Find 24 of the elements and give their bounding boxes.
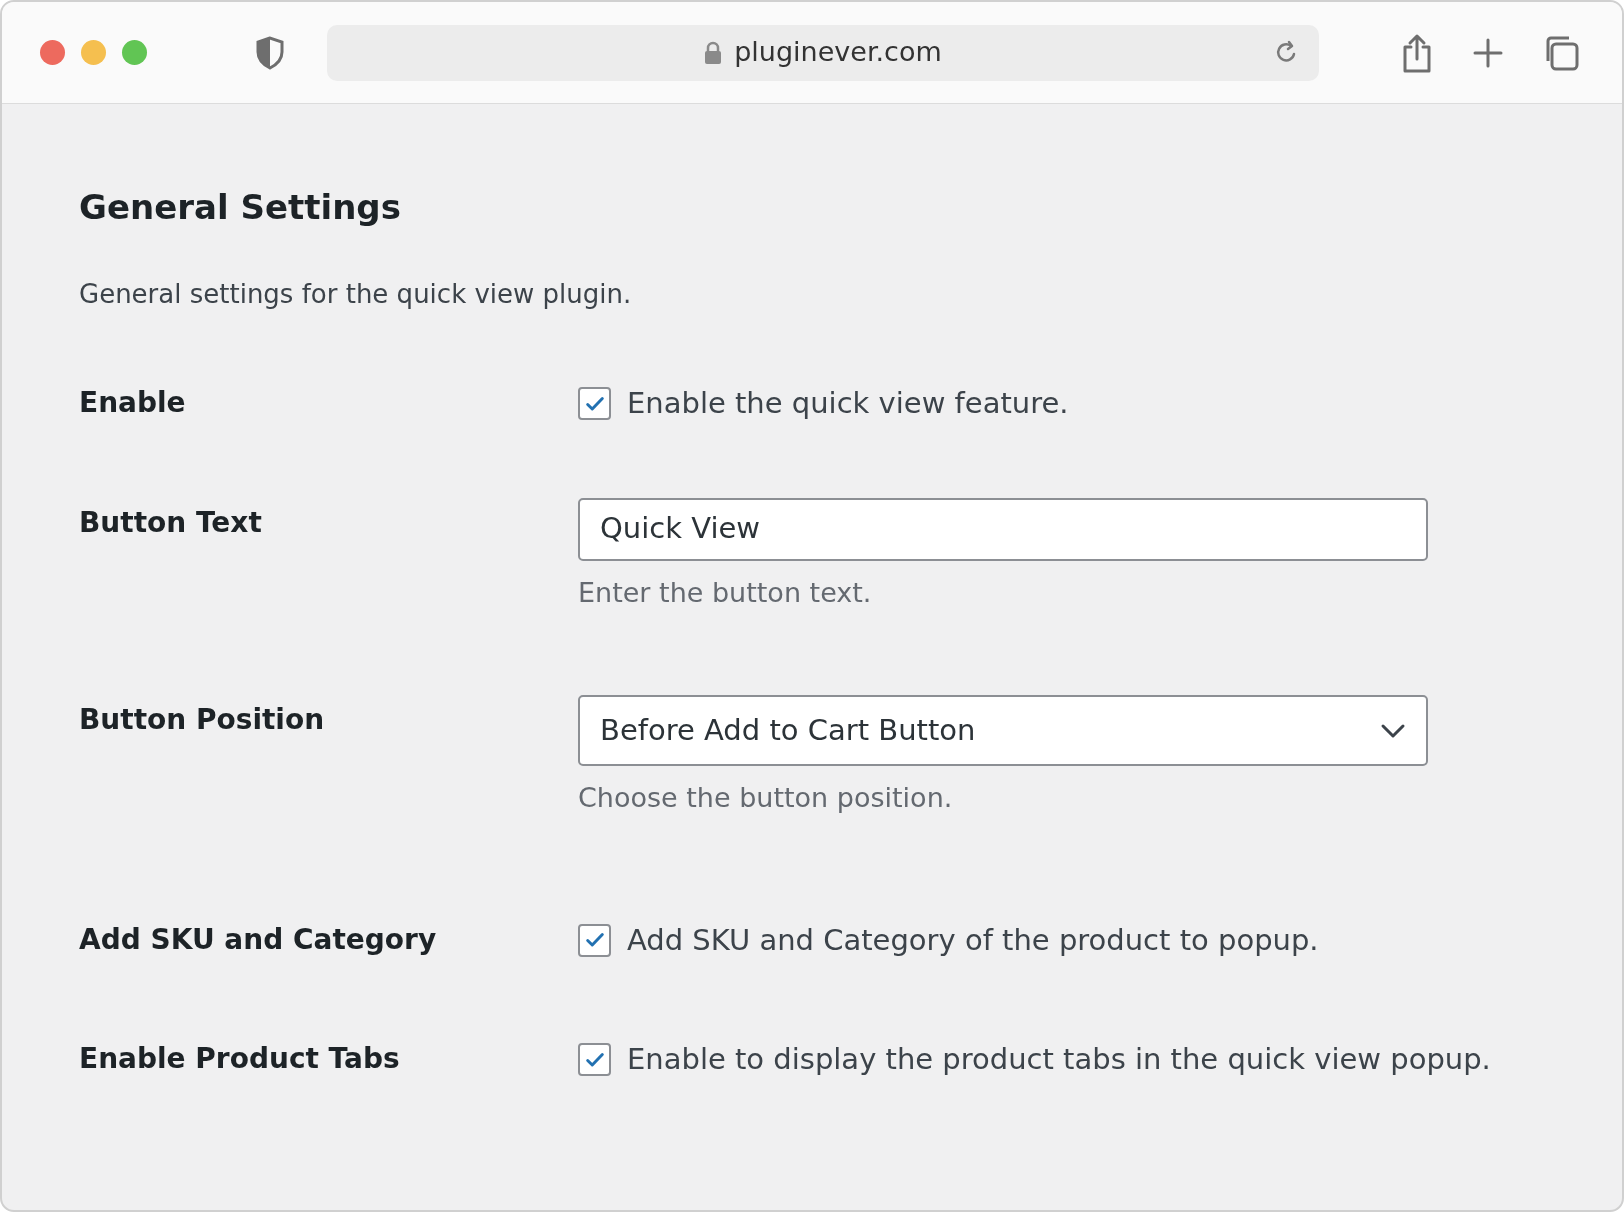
setting-label: Button Text <box>79 504 263 541</box>
checkbox-label: Add SKU and Category of the product to popup. <box>627 921 1319 959</box>
setting-label: Button Position <box>79 702 326 738</box>
lock-icon <box>704 40 723 65</box>
plus-icon[interactable] <box>1472 36 1504 69</box>
page-description: General settings for the quick view plugin. <box>79 278 633 311</box>
checkbox-label: Enable the quick view feature. <box>627 385 1069 422</box>
checkbox[interactable] <box>578 923 611 957</box>
checkbox[interactable] <box>578 1043 611 1077</box>
setting-label: Enable Product Tabs <box>79 1041 401 1077</box>
setting-label: Add SKU and Category <box>79 921 438 958</box>
address-bar[interactable]: pluginever.com <box>327 24 1319 81</box>
chevron-down-icon <box>1380 722 1406 739</box>
help-text: Enter the button text. <box>578 575 873 610</box>
shield-icon[interactable] <box>255 35 285 70</box>
select-dropdown[interactable]: Before Add to Cart Button <box>578 695 1428 766</box>
setting-label: Enable <box>79 385 187 421</box>
url-text: pluginever.com <box>734 35 942 70</box>
page-title: General Settings <box>79 186 402 229</box>
checkbox-label: Enable to display the product tabs in the quick view popup. <box>627 1041 1491 1078</box>
close-window-icon[interactable] <box>40 40 65 65</box>
checkbox[interactable] <box>578 387 611 421</box>
text-input[interactable]: Quick View <box>578 497 1428 561</box>
help-text: Choose the button position. <box>578 781 954 815</box>
